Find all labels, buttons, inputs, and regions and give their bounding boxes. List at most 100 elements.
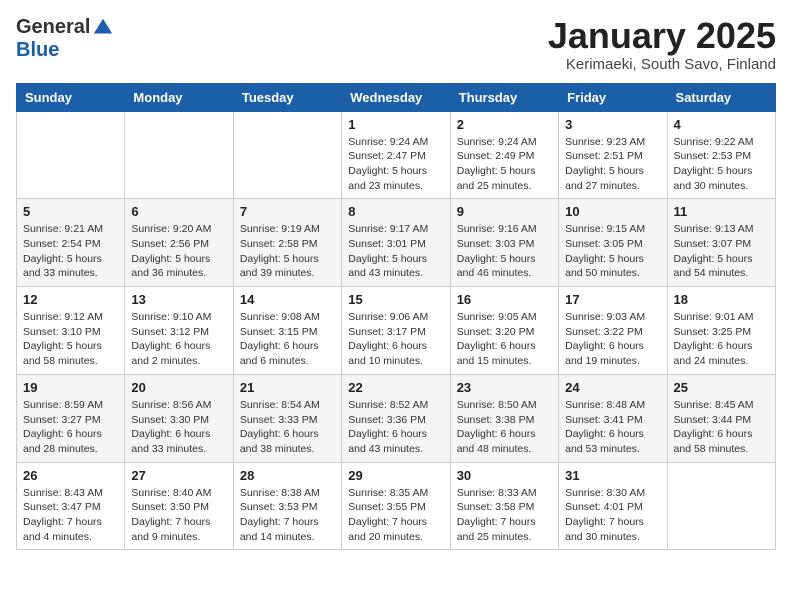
- day-detail: Sunrise: 9:16 AM Sunset: 3:03 PM Dayligh…: [457, 222, 552, 281]
- day-number: 14: [240, 292, 335, 307]
- calendar-cell: 21 Sunrise: 8:54 AM Sunset: 3:33 PM Dayli…: [233, 374, 341, 462]
- calendar-cell: 3Sunrise: 9:23 AM Sunset: 2:51 PM Daylig…: [559, 111, 667, 199]
- day-number: 24: [565, 380, 660, 395]
- day-detail: Sunrise: 9:05 AM Sunset: 3:20 PM Dayligh…: [457, 310, 552, 369]
- day-detail: Sunrise: 8:50 AM Sunset: 3:38 PM Dayligh…: [457, 398, 552, 457]
- weekday-header-friday: Friday: [559, 83, 667, 111]
- calendar-cell: 27 Sunrise: 8:40 AM Sunset: 3:50 PM Dayli…: [125, 462, 233, 550]
- day-detail: Sunrise: 8:54 AM Sunset: 3:33 PM Dayligh…: [240, 398, 335, 457]
- calendar-cell: 2Sunrise: 9:24 AM Sunset: 2:49 PM Daylig…: [450, 111, 558, 199]
- day-detail: Sunrise: 9:22 AM Sunset: 2:53 PM Dayligh…: [674, 135, 769, 194]
- logo-icon: [92, 17, 114, 39]
- main-title: January 2025: [548, 16, 776, 56]
- calendar-cell: [667, 462, 775, 550]
- day-number: 15: [348, 292, 443, 307]
- logo-general-text: General: [16, 16, 90, 39]
- calendar-cell: [17, 111, 125, 199]
- day-detail: Sunrise: 8:40 AM Sunset: 3:50 PM Dayligh…: [131, 486, 226, 545]
- day-detail: Sunrise: 9:08 AM Sunset: 3:15 PM Dayligh…: [240, 310, 335, 369]
- weekday-header-sunday: Sunday: [17, 83, 125, 111]
- logo: General Blue: [16, 16, 114, 62]
- calendar-cell: 24 Sunrise: 8:48 AM Sunset: 3:41 PM Dayli…: [559, 374, 667, 462]
- day-number: 28: [240, 468, 335, 483]
- calendar-cell: 26 Sunrise: 8:43 AM Sunset: 3:47 PM Dayli…: [17, 462, 125, 550]
- day-detail: Sunrise: 9:03 AM Sunset: 3:22 PM Dayligh…: [565, 310, 660, 369]
- day-detail: Sunrise: 9:24 AM Sunset: 2:47 PM Dayligh…: [348, 135, 443, 194]
- calendar-cell: 28Sunrise: 8:38 AM Sunset: 3:53 PM Dayli…: [233, 462, 341, 550]
- day-number: 31: [565, 468, 660, 483]
- weekday-header-wednesday: Wednesday: [342, 83, 450, 111]
- day-number: 13: [131, 292, 226, 307]
- day-number: 27: [131, 468, 226, 483]
- calendar-cell: 5Sunrise: 9:21 AM Sunset: 2:54 PM Daylig…: [17, 199, 125, 287]
- day-number: 19: [23, 380, 118, 395]
- calendar-week-row: 19Sunrise: 8:59 AM Sunset: 3:27 PM Dayli…: [17, 374, 776, 462]
- day-number: 4: [674, 117, 769, 132]
- calendar-cell: 20 Sunrise: 8:56 AM Sunset: 3:30 PM Dayli…: [125, 374, 233, 462]
- day-detail: Sunrise: 8:30 AM Sunset: 4:01 PM Dayligh…: [565, 486, 660, 545]
- calendar-cell: 17 Sunrise: 9:03 AM Sunset: 3:22 PM Dayli…: [559, 287, 667, 375]
- day-number: 10: [565, 204, 660, 219]
- day-number: 17: [565, 292, 660, 307]
- day-detail: Sunrise: 8:35 AM Sunset: 3:55 PM Dayligh…: [348, 486, 443, 545]
- calendar-cell: 11Sunrise: 9:13 AM Sunset: 3:07 PM Dayli…: [667, 199, 775, 287]
- day-detail: Sunrise: 8:52 AM Sunset: 3:36 PM Dayligh…: [348, 398, 443, 457]
- weekday-header-thursday: Thursday: [450, 83, 558, 111]
- day-number: 1: [348, 117, 443, 132]
- calendar-week-row: 1 Sunrise: 9:24 AM Sunset: 2:47 PM Daylig…: [17, 111, 776, 199]
- weekday-header-row: SundayMondayTuesdayWednesdayThursdayFrid…: [17, 83, 776, 111]
- title-block: January 2025 Kerimaeki, South Savo, Finl…: [548, 16, 776, 73]
- day-detail: Sunrise: 8:45 AM Sunset: 3:44 PM Dayligh…: [674, 398, 769, 457]
- calendar-cell: 13 Sunrise: 9:10 AM Sunset: 3:12 PM Dayli…: [125, 287, 233, 375]
- day-detail: Sunrise: 9:19 AM Sunset: 2:58 PM Dayligh…: [240, 222, 335, 281]
- calendar-table: SundayMondayTuesdayWednesdayThursdayFrid…: [16, 83, 776, 551]
- day-detail: Sunrise: 8:33 AM Sunset: 3:58 PM Dayligh…: [457, 486, 552, 545]
- day-number: 6: [131, 204, 226, 219]
- calendar-cell: 29 Sunrise: 8:35 AM Sunset: 3:55 PM Dayli…: [342, 462, 450, 550]
- calendar-cell: 18Sunrise: 9:01 AM Sunset: 3:25 PM Dayli…: [667, 287, 775, 375]
- day-detail: Sunrise: 8:56 AM Sunset: 3:30 PM Dayligh…: [131, 398, 226, 457]
- day-detail: Sunrise: 9:24 AM Sunset: 2:49 PM Dayligh…: [457, 135, 552, 194]
- calendar-cell: 7Sunrise: 9:19 AM Sunset: 2:58 PM Daylig…: [233, 199, 341, 287]
- calendar-cell: 15 Sunrise: 9:06 AM Sunset: 3:17 PM Dayli…: [342, 287, 450, 375]
- weekday-header-monday: Monday: [125, 83, 233, 111]
- day-number: 12: [23, 292, 118, 307]
- calendar-cell: 19Sunrise: 8:59 AM Sunset: 3:27 PM Dayli…: [17, 374, 125, 462]
- day-number: 23: [457, 380, 552, 395]
- day-number: 5: [23, 204, 118, 219]
- day-detail: Sunrise: 8:48 AM Sunset: 3:41 PM Dayligh…: [565, 398, 660, 457]
- weekday-header-tuesday: Tuesday: [233, 83, 341, 111]
- day-number: 18: [674, 292, 769, 307]
- day-detail: Sunrise: 8:43 AM Sunset: 3:47 PM Dayligh…: [23, 486, 118, 545]
- day-number: 20: [131, 380, 226, 395]
- calendar-cell: 6 Sunrise: 9:20 AM Sunset: 2:56 PM Daylig…: [125, 199, 233, 287]
- day-detail: Sunrise: 9:12 AM Sunset: 3:10 PM Dayligh…: [23, 310, 118, 369]
- day-number: 26: [23, 468, 118, 483]
- calendar-cell: 14 Sunrise: 9:08 AM Sunset: 3:15 PM Dayli…: [233, 287, 341, 375]
- day-detail: Sunrise: 9:10 AM Sunset: 3:12 PM Dayligh…: [131, 310, 226, 369]
- day-detail: Sunrise: 9:06 AM Sunset: 3:17 PM Dayligh…: [348, 310, 443, 369]
- calendar-cell: 22Sunrise: 8:52 AM Sunset: 3:36 PM Dayli…: [342, 374, 450, 462]
- calendar-cell: 30 Sunrise: 8:33 AM Sunset: 3:58 PM Dayli…: [450, 462, 558, 550]
- logo-blue-text: Blue: [16, 39, 59, 61]
- calendar-cell: 8Sunrise: 9:17 AM Sunset: 3:01 PM Daylig…: [342, 199, 450, 287]
- calendar-week-row: 12 Sunrise: 9:12 AM Sunset: 3:10 PM Dayli…: [17, 287, 776, 375]
- calendar-cell: 31 Sunrise: 8:30 AM Sunset: 4:01 PM Dayli…: [559, 462, 667, 550]
- calendar-cell: 23 Sunrise: 8:50 AM Sunset: 3:38 PM Dayli…: [450, 374, 558, 462]
- day-number: 16: [457, 292, 552, 307]
- day-detail: Sunrise: 9:20 AM Sunset: 2:56 PM Dayligh…: [131, 222, 226, 281]
- day-detail: Sunrise: 9:23 AM Sunset: 2:51 PM Dayligh…: [565, 135, 660, 194]
- calendar-cell: 10Sunrise: 9:15 AM Sunset: 3:05 PM Dayli…: [559, 199, 667, 287]
- calendar-cell: 1 Sunrise: 9:24 AM Sunset: 2:47 PM Daylig…: [342, 111, 450, 199]
- calendar-cell: [125, 111, 233, 199]
- day-detail: Sunrise: 9:17 AM Sunset: 3:01 PM Dayligh…: [348, 222, 443, 281]
- day-number: 29: [348, 468, 443, 483]
- calendar-cell: [233, 111, 341, 199]
- calendar-week-row: 26 Sunrise: 8:43 AM Sunset: 3:47 PM Dayli…: [17, 462, 776, 550]
- day-number: 21: [240, 380, 335, 395]
- calendar-cell: 9Sunrise: 9:16 AM Sunset: 3:03 PM Daylig…: [450, 199, 558, 287]
- day-number: 30: [457, 468, 552, 483]
- day-number: 25: [674, 380, 769, 395]
- weekday-header-saturday: Saturday: [667, 83, 775, 111]
- day-detail: Sunrise: 9:13 AM Sunset: 3:07 PM Dayligh…: [674, 222, 769, 281]
